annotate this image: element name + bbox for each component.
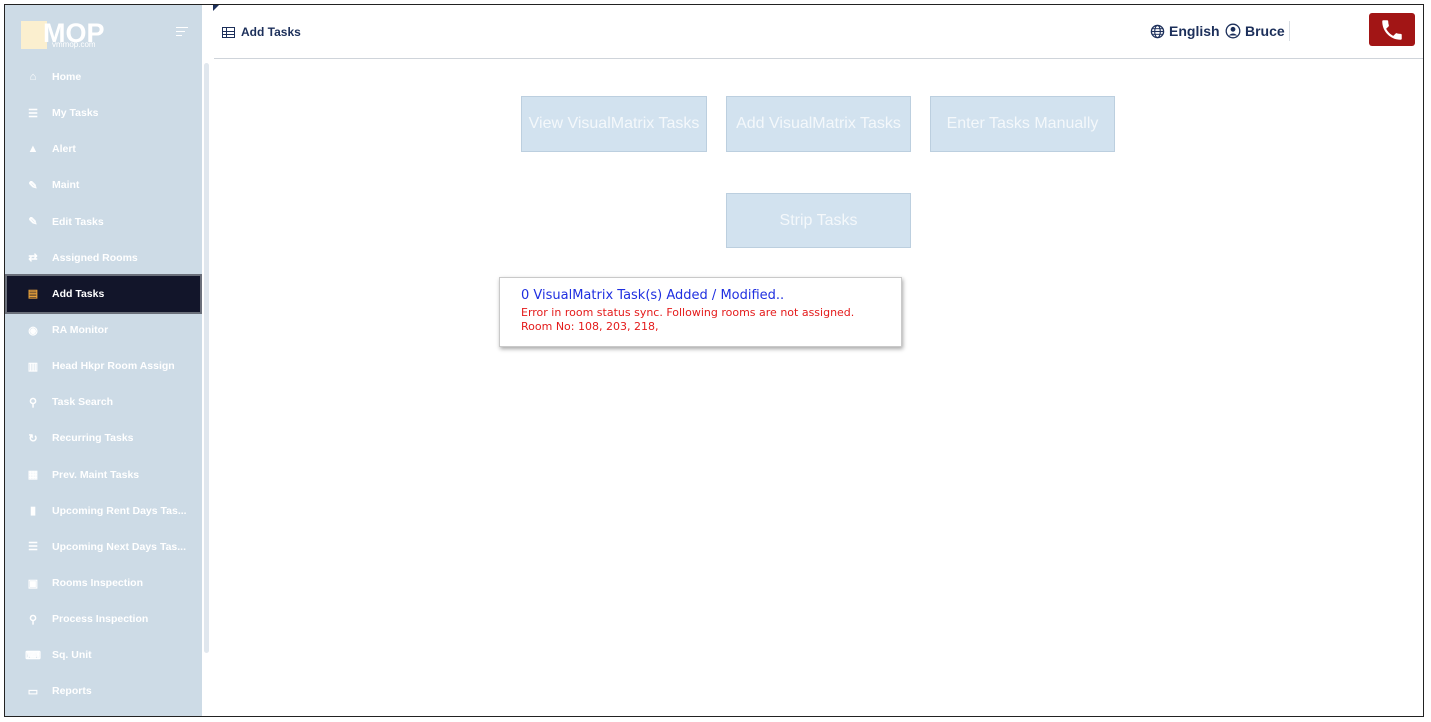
phone-icon — [1382, 19, 1402, 40]
search-icon: ⚲ — [28, 396, 38, 409]
language-label: English — [1169, 23, 1220, 39]
sidebar-item-label: Home — [52, 71, 82, 84]
sidebar-item-label: Reports — [52, 685, 92, 698]
status-message: 0 VisualMatrix Task(s) Added / Modified.… — [499, 277, 902, 347]
sidebar-item-label: Rooms Inspection — [52, 577, 144, 590]
message-summary: 0 VisualMatrix Task(s) Added / Modified.… — [521, 288, 785, 303]
view-visualmatrix-tasks-button[interactable]: View VisualMatrix Tasks — [521, 96, 707, 152]
message-rooms: Room No: 108, 203, 218, — [521, 320, 659, 333]
alert-icon: ▲ — [27, 143, 39, 156]
header-divider — [1289, 21, 1290, 41]
sidebar-item-edit-tasks[interactable]: ✎ Edit Tasks — [5, 204, 202, 240]
table-icon: ▤ — [27, 288, 39, 301]
sidebar: MOP vmmop.com ⌂ Home ☰ My Tasks ▲ Alert ✎ Maint… — [5, 5, 202, 716]
user-icon — [1225, 23, 1241, 39]
sidebar-item-assigned-rooms[interactable]: ⇄ Assigned Rooms — [5, 240, 202, 276]
page-title-text: Add Tasks — [241, 25, 301, 39]
table-icon — [222, 26, 235, 38]
enter-tasks-manually-button[interactable]: Enter Tasks Manually — [930, 96, 1115, 152]
sidebar-item-label: Upcoming Rent Days Tas... — [52, 504, 187, 517]
building-icon: ▥ — [27, 360, 39, 373]
room-icon: ▣ — [27, 577, 39, 590]
edit-icon: ✎ — [28, 216, 38, 229]
sidebar-item-label: Sq. Unit — [52, 649, 92, 662]
sidebar-item-label: Maint — [52, 179, 80, 192]
sidebar-item-label: Process Inspection — [52, 613, 149, 626]
sidebar-item-label: Edit Tasks — [52, 215, 104, 228]
sidebar-item-rooms-inspection[interactable]: ▣ Rooms Inspection — [5, 565, 202, 601]
page-title: Add Tasks — [222, 25, 301, 39]
sidebar-item-ra-monitor[interactable]: ◉ RA Monitor — [5, 312, 202, 348]
magnify-icon: ⚲ — [28, 613, 38, 626]
binoculars-icon: ◉ — [28, 324, 38, 337]
sidebar-item-label: Add Tasks — [52, 287, 105, 300]
logo-subtitle: vmmop.com — [52, 40, 96, 49]
sidebar-item-label: RA Monitor — [52, 324, 109, 337]
sidebar-item-alert[interactable]: ▲ Alert — [5, 131, 202, 167]
task-list-icon: ☰ — [28, 107, 38, 120]
sidebar-item-label: Alert — [52, 143, 76, 156]
sidebar-item-my-tasks[interactable]: ☰ My Tasks — [5, 95, 202, 131]
clipboard-icon: ▮ — [29, 505, 37, 518]
language-selector[interactable]: English — [1150, 23, 1220, 39]
list-icon: ☰ — [28, 541, 38, 554]
sidebar-nav: ⌂ Home ☰ My Tasks ▲ Alert ✎ Maint ✎ Edit Tasks ⇄ As… — [5, 59, 202, 710]
sidebar-item-reports[interactable]: ▭ Reports — [5, 673, 202, 709]
home-icon: ⌂ — [29, 71, 37, 84]
calendar-icon: ▦ — [27, 469, 39, 482]
strip-tasks-button[interactable]: Strip Tasks — [726, 193, 911, 248]
user-name: Bruce — [1245, 23, 1285, 39]
user-menu[interactable]: Bruce — [1225, 23, 1285, 39]
sidebar-item-label: My Tasks — [52, 107, 99, 120]
sidebar-item-home[interactable]: ⌂ Home — [5, 59, 202, 95]
message-error: Error in room status sync. Following roo… — [521, 306, 855, 319]
sidebar-item-task-search[interactable]: ⚲ Task Search — [5, 384, 202, 420]
logo: MOP vmmop.com — [5, 5, 202, 63]
sidebar-item-recurring-tasks[interactable]: ↻ Recurring Tasks — [5, 420, 202, 456]
sidebar-item-upcoming-next-days-tas[interactable]: ☰ Upcoming Next Days Tas... — [5, 529, 202, 565]
sidebar-item-label: Task Search — [52, 396, 114, 409]
sidebar-scrollbar[interactable] — [204, 63, 209, 653]
sidebar-item-add-tasks[interactable]: ▤ Add Tasks — [7, 275, 200, 312]
report-icon: ▭ — [27, 685, 39, 698]
menu-toggle-icon[interactable] — [176, 27, 188, 37]
sidebar-item-prev-maint-tasks[interactable]: ▦ Prev. Maint Tasks — [5, 457, 202, 493]
add-visualmatrix-tasks-button[interactable]: Add VisualMatrix Tasks — [726, 96, 911, 152]
sidebar-item-label: Assigned Rooms — [52, 251, 138, 264]
phone-button[interactable] — [1369, 13, 1415, 46]
keyboard-icon: ⌨ — [25, 649, 41, 662]
sidebar-item-process-inspection[interactable]: ⚲ Process Inspection — [5, 601, 202, 637]
wrench-icon: ✎ — [28, 179, 38, 192]
refresh-icon: ↻ — [28, 432, 38, 445]
header: Add Tasks English Bruce — [214, 5, 1423, 59]
sidebar-item-head-hkpr-room-assign[interactable]: ▥ Head Hkpr Room Assign — [5, 348, 202, 384]
globe-icon — [1150, 24, 1165, 38]
sidebar-item-upcoming-rent-days-tas[interactable]: ▮ Upcoming Rent Days Tas... — [5, 493, 202, 529]
sidebar-item-label: Recurring Tasks — [52, 432, 134, 445]
sidebar-item-sq-unit[interactable]: ⌨ Sq. Unit — [5, 637, 202, 673]
sidebar-item-maint[interactable]: ✎ Maint — [5, 167, 202, 203]
sidebar-item-label: Prev. Maint Tasks — [52, 468, 140, 481]
swap-icon: ⇄ — [28, 252, 38, 265]
app-window: MOP vmmop.com ⌂ Home ☰ My Tasks ▲ Alert ✎ Maint… — [4, 4, 1424, 717]
sidebar-item-label: Upcoming Next Days Tas... — [52, 540, 187, 553]
sidebar-item-label: Head Hkpr Room Assign — [52, 360, 175, 373]
